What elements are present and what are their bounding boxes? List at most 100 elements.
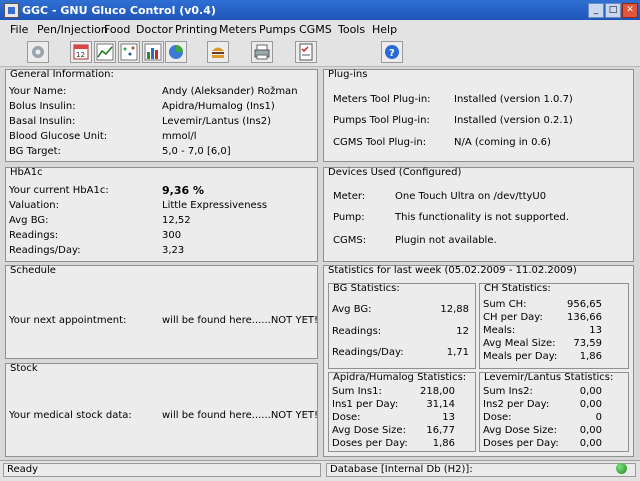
app-icon bbox=[4, 3, 19, 18]
ins1-per-day-value: 31,14 bbox=[426, 399, 455, 410]
ins1-per-day-label: Ins1 per Day: bbox=[332, 399, 399, 410]
sum-ins1-label: Sum Ins1: bbox=[332, 386, 382, 397]
bg-readings-label: Readings: bbox=[332, 326, 382, 337]
pumps-plugin-label: Pumps Tool Plug-in: bbox=[333, 115, 430, 126]
stock-title: Stock bbox=[10, 363, 38, 374]
general-info-panel: General Information: Your Name: Andy (Al… bbox=[5, 69, 318, 162]
meter-label: Meter: bbox=[333, 191, 366, 202]
bg-readings-per-day-value: 1,71 bbox=[446, 347, 469, 358]
schedule-panel: Schedule Your next appointment: will be … bbox=[5, 265, 318, 359]
printer-icon[interactable] bbox=[251, 41, 273, 63]
menu-help[interactable]: Help bbox=[372, 23, 397, 36]
meters-plugin-label: Meters Tool Plug-in: bbox=[333, 94, 431, 105]
minimize-button[interactable]: _ bbox=[588, 3, 604, 18]
ins2-dose-value: 0 bbox=[595, 412, 602, 423]
bg-unit-value: mmol/l bbox=[162, 131, 197, 142]
weekly-statistics-title: Statistics for last week (05.02.2009 - 1… bbox=[328, 265, 577, 276]
maximize-button[interactable]: □ bbox=[605, 3, 621, 18]
pump-value: This functionality is not supported. bbox=[395, 212, 569, 223]
valuation-label: Valuation: bbox=[9, 200, 59, 211]
ins2-per-day-label: Ins2 per Day: bbox=[483, 399, 550, 410]
ins2-avg-dose-value: 0,00 bbox=[579, 425, 602, 436]
medical-stock-value: will be found here......NOT YET! bbox=[162, 410, 319, 421]
valuation-value: Little Expressiveness bbox=[162, 200, 268, 211]
schedule-title: Schedule bbox=[10, 265, 56, 276]
ins1-statistics-box: Apidra/Humalog Statistics: Sum Ins1: 218… bbox=[328, 372, 476, 452]
food-icon[interactable] bbox=[207, 41, 229, 63]
ch-per-day-value: 136,66 bbox=[567, 312, 602, 323]
ins2-avg-dose-label: Avg Dose Size: bbox=[483, 425, 557, 436]
menu-tools[interactable]: Tools bbox=[338, 23, 365, 36]
sum-ch-label: Sum CH: bbox=[483, 299, 527, 310]
menu-printing[interactable]: Printing bbox=[175, 23, 217, 36]
ins2-statistics-title: Levemir/Lantus Statistics: bbox=[484, 372, 614, 383]
title-bar: GGC - GNU Gluco Control (v0.4) _ □ ✕ bbox=[0, 0, 640, 20]
bg-avg-label: Avg BG: bbox=[332, 304, 372, 315]
ins1-dose-value: 13 bbox=[442, 412, 455, 423]
meters-plugin-value: Installed (version 1.0.7) bbox=[454, 94, 573, 105]
settings-icon[interactable] bbox=[27, 41, 49, 63]
ins2-dose-label: Dose: bbox=[483, 412, 512, 423]
bg-readings-value: 12 bbox=[456, 326, 469, 337]
next-appointment-label: Your next appointment: bbox=[9, 315, 127, 326]
cgms-value: Plugin not available. bbox=[395, 235, 497, 246]
ins1-avg-dose-value: 16,77 bbox=[426, 425, 455, 436]
menu-doctor[interactable]: Doctor bbox=[136, 23, 173, 36]
ch-statistics-title: CH Statistics: bbox=[484, 283, 551, 294]
bolus-insulin-value: Apidra/Humalog (Ins1) bbox=[162, 101, 275, 112]
svg-text:?: ? bbox=[389, 48, 395, 59]
basal-insulin-label: Basal Insulin: bbox=[9, 116, 76, 127]
menu-meters[interactable]: Meters bbox=[219, 23, 257, 36]
line-graph-icon[interactable] bbox=[94, 41, 116, 63]
bg-target-value: 5,0 - 7,0 [6,0] bbox=[162, 146, 231, 157]
checklist-icon[interactable] bbox=[295, 41, 317, 63]
toolbar: 12 ? bbox=[0, 38, 640, 67]
stock-panel: Stock Your medical stock data: will be f… bbox=[5, 363, 318, 457]
pie-chart-icon[interactable] bbox=[165, 41, 187, 63]
help-icon[interactable]: ? bbox=[381, 41, 403, 63]
readings-label: Readings: bbox=[9, 230, 59, 241]
readings-per-day-label: Readings/Day: bbox=[9, 245, 81, 256]
bg-target-label: BG Target: bbox=[9, 146, 61, 157]
ch-per-day-label: CH per Day: bbox=[483, 312, 543, 323]
name-label: Your Name: bbox=[9, 86, 67, 97]
name-value: Andy (Aleksander) Rožman bbox=[162, 86, 298, 97]
close-button[interactable]: ✕ bbox=[622, 3, 638, 18]
weekly-statistics-panel: Statistics for last week (05.02.2009 - 1… bbox=[323, 265, 634, 457]
bg-readings-per-day-label: Readings/Day: bbox=[332, 347, 404, 358]
menu-pen-injection[interactable]: Pen/Injection bbox=[37, 23, 108, 36]
avg-bg-label: Avg BG: bbox=[9, 215, 49, 226]
ins1-doses-per-day-label: Doses per Day: bbox=[332, 438, 408, 449]
bg-avg-value: 12,88 bbox=[440, 304, 469, 315]
sum-ins2-value: 0,00 bbox=[579, 386, 602, 397]
meals-label: Meals: bbox=[483, 325, 516, 336]
plugins-title: Plug-ins bbox=[328, 69, 368, 80]
window-title: GGC - GNU Gluco Control (v0.4) bbox=[22, 4, 216, 17]
ins1-avg-dose-label: Avg Dose Size: bbox=[332, 425, 406, 436]
menu-file[interactable]: File bbox=[10, 23, 28, 36]
sum-ins1-value: 218,00 bbox=[420, 386, 455, 397]
cgms-plugin-value: N/A (coming in 0.6) bbox=[454, 137, 551, 148]
hba1c-title: HbA1c bbox=[10, 167, 43, 178]
ins2-statistics-box: Levemir/Lantus Statistics: Sum Ins2: 0,0… bbox=[479, 372, 629, 452]
ins2-doses-per-day-label: Doses per Day: bbox=[483, 438, 559, 449]
cgms-plugin-label: CGMS Tool Plug-in: bbox=[333, 137, 427, 148]
plugins-panel: Plug-ins Meters Tool Plug-in: Installed … bbox=[323, 69, 634, 162]
menu-food[interactable]: Food bbox=[104, 23, 130, 36]
avg-meal-size-label: Avg Meal Size: bbox=[483, 338, 556, 349]
ins1-doses-per-day-value: 1,86 bbox=[432, 438, 455, 449]
spread-graph-icon[interactable] bbox=[118, 41, 140, 63]
pump-label: Pump: bbox=[333, 212, 365, 223]
menu-cgms[interactable]: CGMS bbox=[299, 23, 332, 36]
sum-ch-value: 956,65 bbox=[567, 299, 602, 310]
menu-bar: File Pen/Injection Food Doctor Printing … bbox=[0, 20, 640, 38]
calendar-icon[interactable]: 12 bbox=[70, 41, 92, 63]
medical-stock-label: Your medical stock data: bbox=[9, 410, 132, 421]
bg-statistics-title: BG Statistics: bbox=[333, 283, 400, 294]
status-bar: Ready Database [Internal Db (H2)]: bbox=[0, 460, 640, 481]
meals-per-day-label: Meals per Day: bbox=[483, 351, 558, 362]
menu-pumps[interactable]: Pumps bbox=[259, 23, 296, 36]
next-appointment-value: will be found here......NOT YET! bbox=[162, 315, 319, 326]
bar-graph-icon[interactable] bbox=[142, 41, 164, 63]
current-hba1c-value: 9,36 % bbox=[162, 184, 204, 197]
